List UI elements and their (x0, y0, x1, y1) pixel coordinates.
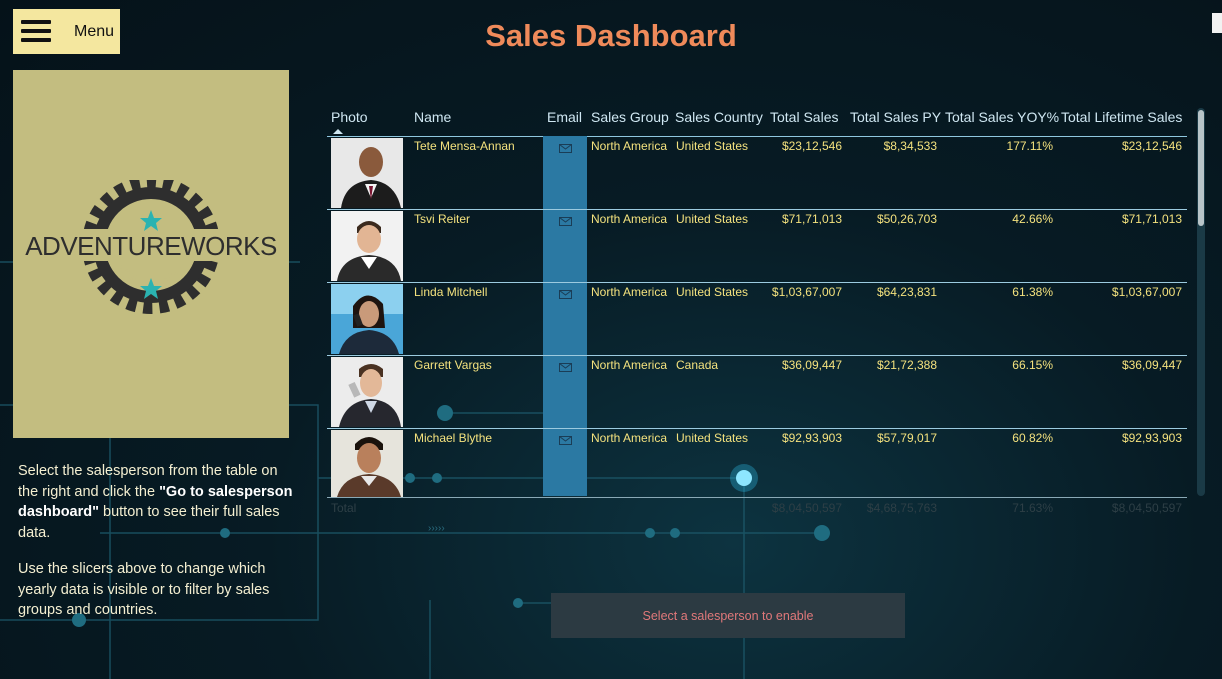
cell-total-sales-py: $50,26,703 (876, 212, 937, 226)
total-lifetime-sum: $8,04,50,597 (1111, 501, 1182, 515)
cell-sales-country: United States (676, 212, 749, 226)
salesperson-table[interactable]: Photo Name Email Sales Group Sales Count… (327, 104, 1187, 518)
email-icon[interactable] (559, 286, 572, 304)
cell-total-lifetime-sales: $36,09,447 (1121, 358, 1182, 372)
svg-text:›››››: ››››› (428, 523, 445, 534)
total-yoy: 71.63% (1012, 501, 1053, 515)
cell-sales-group: North America (591, 285, 668, 299)
cell-sales-group: North America (591, 431, 668, 445)
total-sales-py-sum: $4,68,75,763 (866, 501, 937, 515)
total-sales-sum: $8,04,50,597 (771, 501, 842, 515)
instructions: Select the salesperson from the table on… (18, 461, 298, 637)
cell-sales-country: United States (676, 285, 749, 299)
cell-total-sales-yoy: 66.15% (1012, 358, 1053, 372)
email-icon[interactable] (559, 213, 572, 231)
salesperson-photo (331, 211, 403, 281)
cell-total-sales-yoy: 42.66% (1012, 212, 1053, 226)
cell-total-sales-yoy: 61.38% (1012, 285, 1053, 299)
email-icon[interactable] (559, 359, 572, 377)
instruction-slicers: Use the slicers above to change which ye… (18, 561, 270, 618)
cell-total-sales: $36,09,447 (781, 358, 842, 372)
col-email[interactable]: Email (547, 109, 582, 125)
cell-total-sales-py: $8,34,533 (883, 139, 937, 153)
cell-total-sales-py: $57,79,017 (876, 431, 937, 445)
logo-text: ADVENTUREWORKS (25, 231, 277, 261)
cell-sales-group: North America (591, 139, 668, 153)
cell-name: Garrett Vargas (414, 358, 492, 372)
adventureworks-logo: ADVENTUREWORKS BIKE SHOP (25, 180, 277, 314)
cell-total-sales-yoy: 177.11% (1006, 139, 1053, 153)
cell-name: Tsvi Reiter (414, 212, 471, 226)
window-scroll-indicator (1212, 13, 1222, 33)
col-total-lifetime-sales[interactable]: Total Lifetime Sales (1061, 109, 1182, 125)
col-sales-country[interactable]: Sales Country (675, 109, 763, 125)
scrollbar-thumb[interactable] (1198, 110, 1204, 226)
salesperson-photo (331, 430, 403, 497)
cell-sales-group: North America (591, 358, 668, 372)
cell-total-sales-py: $21,72,388 (876, 358, 937, 372)
cell-sales-country: United States (676, 431, 749, 445)
salesperson-photo (331, 138, 403, 208)
col-sales-group[interactable]: Sales Group (591, 109, 669, 125)
col-photo[interactable]: Photo (331, 109, 368, 125)
page-title: Sales Dashboard (485, 18, 737, 53)
cell-name: Linda Mitchell (414, 285, 488, 299)
email-icon[interactable] (559, 432, 572, 450)
table-row[interactable]: Michael Blythe North America United Stat… (327, 429, 1187, 497)
table-row[interactable]: Garrett Vargas North America Canada $36,… (327, 356, 1187, 429)
col-total-sales-yoy[interactable]: Total Sales YOY% (945, 109, 1059, 125)
cell-total-lifetime-sales: $71,71,013 (1121, 212, 1182, 226)
cell-total-lifetime-sales: $92,93,903 (1121, 431, 1182, 445)
col-name[interactable]: Name (414, 109, 451, 125)
table-row[interactable]: Tete Mensa-Annan North America United St… (327, 137, 1187, 210)
cell-sales-country: United States (676, 139, 749, 153)
sort-ascending-icon (333, 129, 343, 134)
table-row[interactable]: Tsvi Reiter North America United States … (327, 210, 1187, 283)
cell-total-sales-py: $64,23,831 (876, 285, 937, 299)
go-to-salesperson-dashboard-button[interactable]: Select a salesperson to enable (551, 593, 905, 638)
cell-total-lifetime-sales: $1,03,67,007 (1111, 285, 1182, 299)
cell-sales-country: Canada (676, 358, 719, 372)
cell-name: Michael Blythe (414, 431, 493, 445)
cell-sales-group: North America (591, 212, 668, 226)
logo-panel: ADVENTUREWORKS BIKE SHOP (13, 70, 289, 438)
table-row[interactable]: Linda Mitchell North America United Stat… (327, 283, 1187, 356)
cell-total-sales: $1,03,67,007 (771, 285, 842, 299)
col-total-sales[interactable]: Total Sales (770, 109, 838, 125)
cell-total-sales: $71,71,013 (781, 212, 842, 226)
col-total-sales-py[interactable]: Total Sales PY (850, 109, 941, 125)
cell-total-sales-yoy: 60.82% (1012, 431, 1053, 445)
total-label: Total (331, 501, 357, 515)
cell-total-sales: $92,93,903 (781, 431, 842, 445)
table-header: Photo Name Email Sales Group Sales Count… (327, 104, 1187, 137)
cell-total-lifetime-sales: $23,12,546 (1121, 139, 1182, 153)
instruction-select: Select the salesperson from the table on… (18, 463, 293, 541)
svg-text:ADVENTUREWORKS: ADVENTUREWORKS (25, 231, 277, 261)
table-scrollbar[interactable] (1197, 108, 1205, 496)
email-icon[interactable] (559, 140, 572, 158)
salesperson-photo (331, 357, 403, 427)
cell-total-sales: $23,12,546 (781, 139, 842, 153)
cell-name: Tete Mensa-Annan (414, 139, 515, 153)
salesperson-photo (331, 284, 403, 354)
table-total-row: Total $8,04,50,597 $4,68,75,763 71.63% $… (327, 497, 1187, 518)
